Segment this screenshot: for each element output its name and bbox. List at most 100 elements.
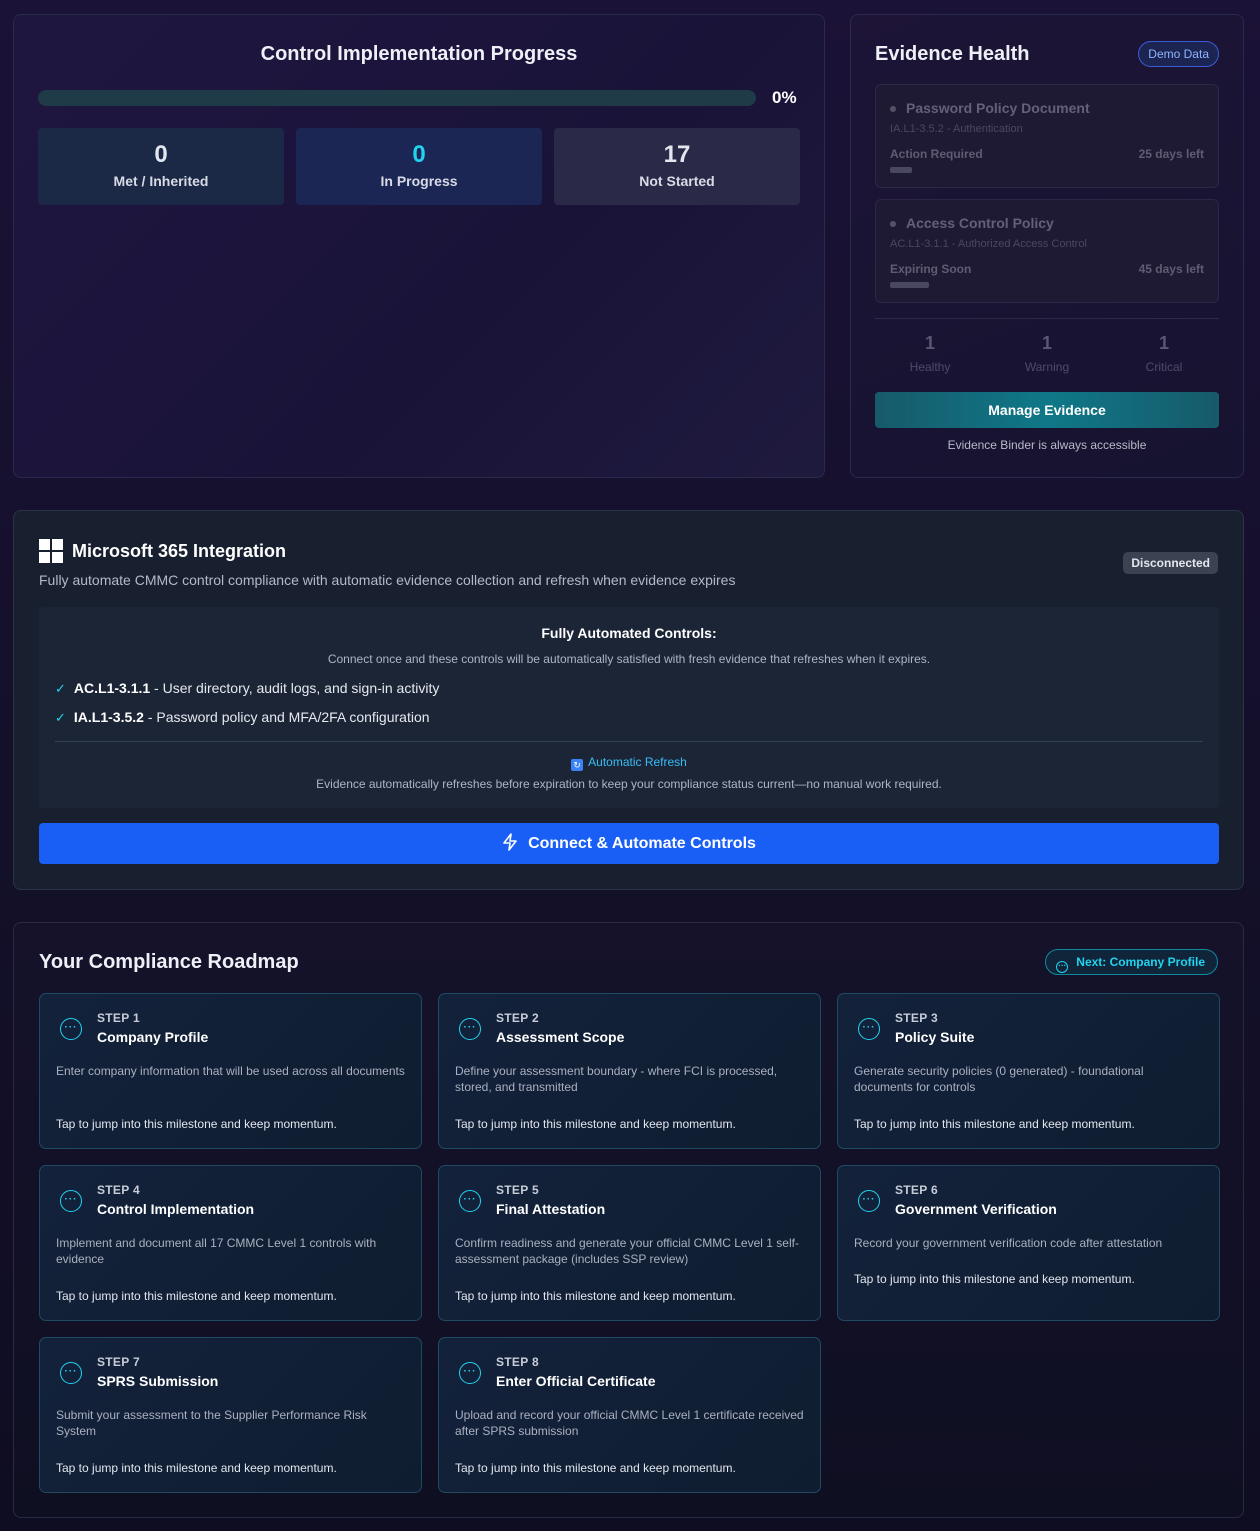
pending-step-icon: ··· [459,1190,481,1212]
automated-controls-subtitle: Connect once and these controls will be … [327,652,931,666]
pending-step-icon: ··· [459,1018,481,1040]
step-tap-hint: Tap to jump into this milestone and keep… [56,1289,337,1303]
step-name: Assessment Scope [496,1029,625,1045]
step-description: Define your assessment boundary - where … [455,1064,778,1094]
roadmap-title: Your Compliance Roadmap [39,951,299,973]
evidence-status: Action Required [890,147,983,161]
roadmap-step-company-profile[interactable]: ··· STEP 1 Company Profile Enter company… [39,993,422,1149]
m365-description: Fully automate CMMC control compliance w… [39,572,736,588]
step-number: STEP 2 [496,1011,539,1025]
connect-automate-button[interactable]: Connect & Automate Controls [39,823,1219,864]
step-number: STEP 4 [97,1183,140,1197]
next-step-label: Next: Company Profile [1076,955,1205,969]
step-description: Upload and record your official CMMC Lev… [455,1408,804,1438]
roadmap-step-control-implementation[interactable]: ··· STEP 4 Control Implementation Implem… [39,1165,422,1321]
count-label: Critical [1145,360,1183,374]
count-critical: 1 Critical [1109,333,1219,374]
evidence-status: Expiring Soon [890,262,972,276]
status-dot-icon [890,106,896,112]
demo-data-badge: Demo Data [1138,41,1219,67]
step-tap-hint: Tap to jump into this milestone and keep… [455,1289,736,1303]
automated-controls-box: Fully Automated Controls: Connect once a… [39,607,1219,808]
count-label: Healthy [909,360,951,374]
evidence-mini-bar [890,167,912,173]
more-icon: ··· [1056,961,1069,973]
status-dot-icon [890,221,896,227]
connection-status-badge: Disconnected [1123,552,1218,574]
progress-percent: 0% [772,88,797,107]
count-warning: 1 Warning [992,333,1102,374]
roadmap-step-final-attestation[interactable]: ··· STEP 5 Final Attestation Confirm rea… [438,1165,821,1321]
automated-control-item: ✓ AC.L1-3.1.1 - User directory, audit log… [55,680,439,697]
count-healthy: 1 Healthy [875,333,985,374]
pending-step-icon: ··· [858,1190,880,1212]
pending-step-icon: ··· [60,1018,82,1040]
step-description: Submit your assessment to the Supplier P… [56,1408,367,1438]
count-value: 1 [1041,333,1052,353]
evidence-footer-note: Evidence Binder is always accessible [947,438,1147,452]
m365-title: Microsoft 365 Integration [72,541,287,561]
step-tap-hint: Tap to jump into this milestone and keep… [56,1117,337,1131]
automatic-refresh-heading: ↻ Automatic Refresh [39,755,1219,771]
step-name: Company Profile [97,1029,209,1045]
progress-title: Control Implementation Progress [260,43,578,65]
stat-in-progress[interactable]: 0 In Progress [296,128,542,205]
stat-label: In Progress [380,173,458,189]
manage-evidence-button[interactable]: Manage Evidence [875,392,1219,428]
evidence-days-left: 45 days left [1138,262,1204,276]
stat-met-inherited[interactable]: 0 Met / Inherited [38,128,284,205]
stat-value: 17 [663,141,691,168]
step-tap-hint: Tap to jump into this milestone and keep… [854,1117,1135,1131]
compliance-roadmap-panel: Your Compliance Roadmap ··· Next: Company… [13,922,1244,1518]
m365-integration-panel: Microsoft 365 Integration Fully automate… [13,510,1244,890]
step-name: Final Attestation [496,1201,606,1217]
evidence-control: AC.L1-3.1.1 - Authorized Access Control [890,238,1087,250]
step-description: Record your government verification code… [854,1236,1163,1250]
pending-step-icon: ··· [60,1190,82,1212]
roadmap-step-assessment-scope[interactable]: ··· STEP 2 Assessment Scope Define your … [438,993,821,1149]
stat-label: Not Started [639,173,715,189]
microsoft-logo-icon [39,539,63,563]
lightning-icon [503,833,517,851]
stat-not-started[interactable]: 17 Not Started [554,128,800,205]
step-number: STEP 5 [496,1183,539,1197]
refresh-description: Evidence automatically refreshes before … [316,777,942,791]
roadmap-step-sprs-submission[interactable]: ··· STEP 7 SPRS Submission Submit your a… [39,1337,422,1493]
evidence-item[interactable]: Access Control Policy AC.L1-3.1.1 - Auth… [875,199,1219,303]
step-name: SPRS Submission [97,1373,219,1389]
evidence-name: Password Policy Document [906,100,1090,116]
divider [875,318,1219,319]
control-id: AC.L1-3.1.1 [73,680,151,696]
automated-controls-title: Fully Automated Controls: [541,625,717,641]
step-tap-hint: Tap to jump into this milestone and keep… [56,1461,337,1475]
control-text: - Password policy and MFA/2FA configurat… [143,709,430,725]
evidence-name: Access Control Policy [906,215,1054,231]
connect-button-label: Connect & Automate Controls [528,835,756,852]
divider [55,741,1203,742]
step-tap-hint: Tap to jump into this milestone and keep… [455,1117,736,1131]
step-description: Implement and document all 17 CMMC Level… [56,1236,377,1266]
refresh-icon: ↻ [571,759,584,771]
step-number: STEP 8 [496,1355,539,1369]
step-number: STEP 7 [97,1355,140,1369]
stat-value: 0 [412,141,426,168]
stat-label: Met / Inherited [113,173,209,189]
step-tap-hint: Tap to jump into this milestone and keep… [455,1461,736,1475]
step-number: STEP 3 [895,1011,938,1025]
next-step-badge[interactable]: ··· Next: Company Profile [1045,949,1218,975]
roadmap-step-government-verification[interactable]: ··· STEP 6 Government Verification Recor… [837,1165,1220,1321]
count-label: Warning [1024,360,1070,374]
evidence-item[interactable]: Password Policy Document IA.L1-3.5.2 - A… [875,84,1219,188]
progress-bar [38,90,756,106]
step-number: STEP 1 [97,1011,140,1025]
roadmap-step-policy-suite[interactable]: ··· STEP 3 Policy Suite Generate securit… [837,993,1220,1149]
evidence-health-panel: Evidence Health Demo Data Password Polic… [850,14,1244,478]
automated-control-item: ✓ IA.L1-3.5.2 - Password policy and MFA/2… [55,709,430,726]
roadmap-step-official-certificate[interactable]: ··· STEP 8 Enter Official Certificate Up… [438,1337,821,1493]
pending-step-icon: ··· [858,1018,880,1040]
step-name: Enter Official Certificate [496,1373,656,1389]
step-description: Enter company information that will be u… [56,1064,405,1078]
step-name: Policy Suite [895,1029,975,1045]
pending-step-icon: ··· [459,1362,481,1384]
check-icon: ✓ [55,681,66,696]
